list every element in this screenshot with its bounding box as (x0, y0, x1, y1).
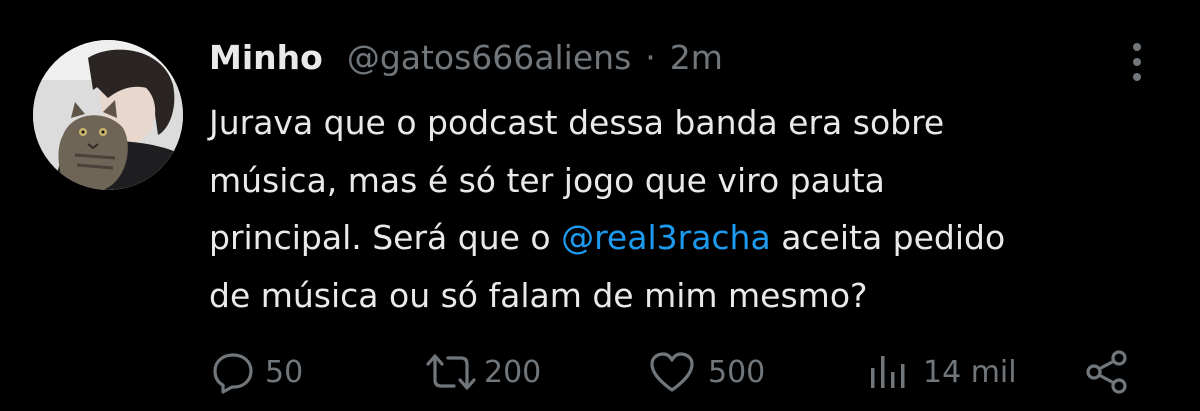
like-button[interactable]: 500 (648, 343, 765, 401)
heart-icon (648, 350, 696, 394)
tweet-header: Minho @gatos666aliens · 2m (209, 38, 723, 88)
tweet-text-segment: principal. Será que o (209, 218, 562, 257)
share-icon (1084, 349, 1130, 395)
author-handle[interactable]: @gatos666aliens (347, 38, 631, 77)
tweet-text-segment: aceita pedido (770, 218, 1006, 257)
like-count: 500 (708, 354, 766, 390)
separator-dot: · (645, 38, 656, 77)
avatar[interactable] (33, 40, 183, 190)
tweet-text-line: de música ou só falam de mim mesmo? (209, 275, 868, 315)
views-button[interactable]: 14 mil (865, 343, 1017, 401)
views-icon (865, 350, 909, 394)
views-count: 14 mil (923, 354, 1017, 390)
retweet-count: 200 (484, 354, 542, 390)
tweet-text-line: principal. Será que o @real3racha aceita… (209, 209, 1169, 267)
tweet-text-line: Jurava que o podcast dessa banda era sob… (209, 103, 945, 142)
tweet-text: Jurava que o podcast dessa banda era sob… (209, 94, 1169, 324)
retweet-icon (424, 350, 478, 394)
tweet-text-line: música, mas é só ter jogo que viro pauta (209, 160, 885, 200)
reply-icon (211, 350, 255, 394)
share-button[interactable] (1084, 343, 1130, 401)
more-vertical-icon[interactable] (1125, 40, 1149, 84)
mention-link[interactable]: @real3racha (561, 218, 771, 257)
reply-count: 50 (265, 354, 304, 390)
author-name[interactable]: Minho (209, 38, 323, 77)
retweet-button[interactable]: 200 (424, 343, 541, 401)
timestamp[interactable]: 2m (670, 38, 723, 77)
reply-button[interactable]: 50 (211, 343, 303, 401)
tweet: Minho @gatos666aliens · 2m Jurava que o … (0, 0, 1200, 411)
action-bar: 50 200 500 14 mil (0, 343, 1200, 401)
